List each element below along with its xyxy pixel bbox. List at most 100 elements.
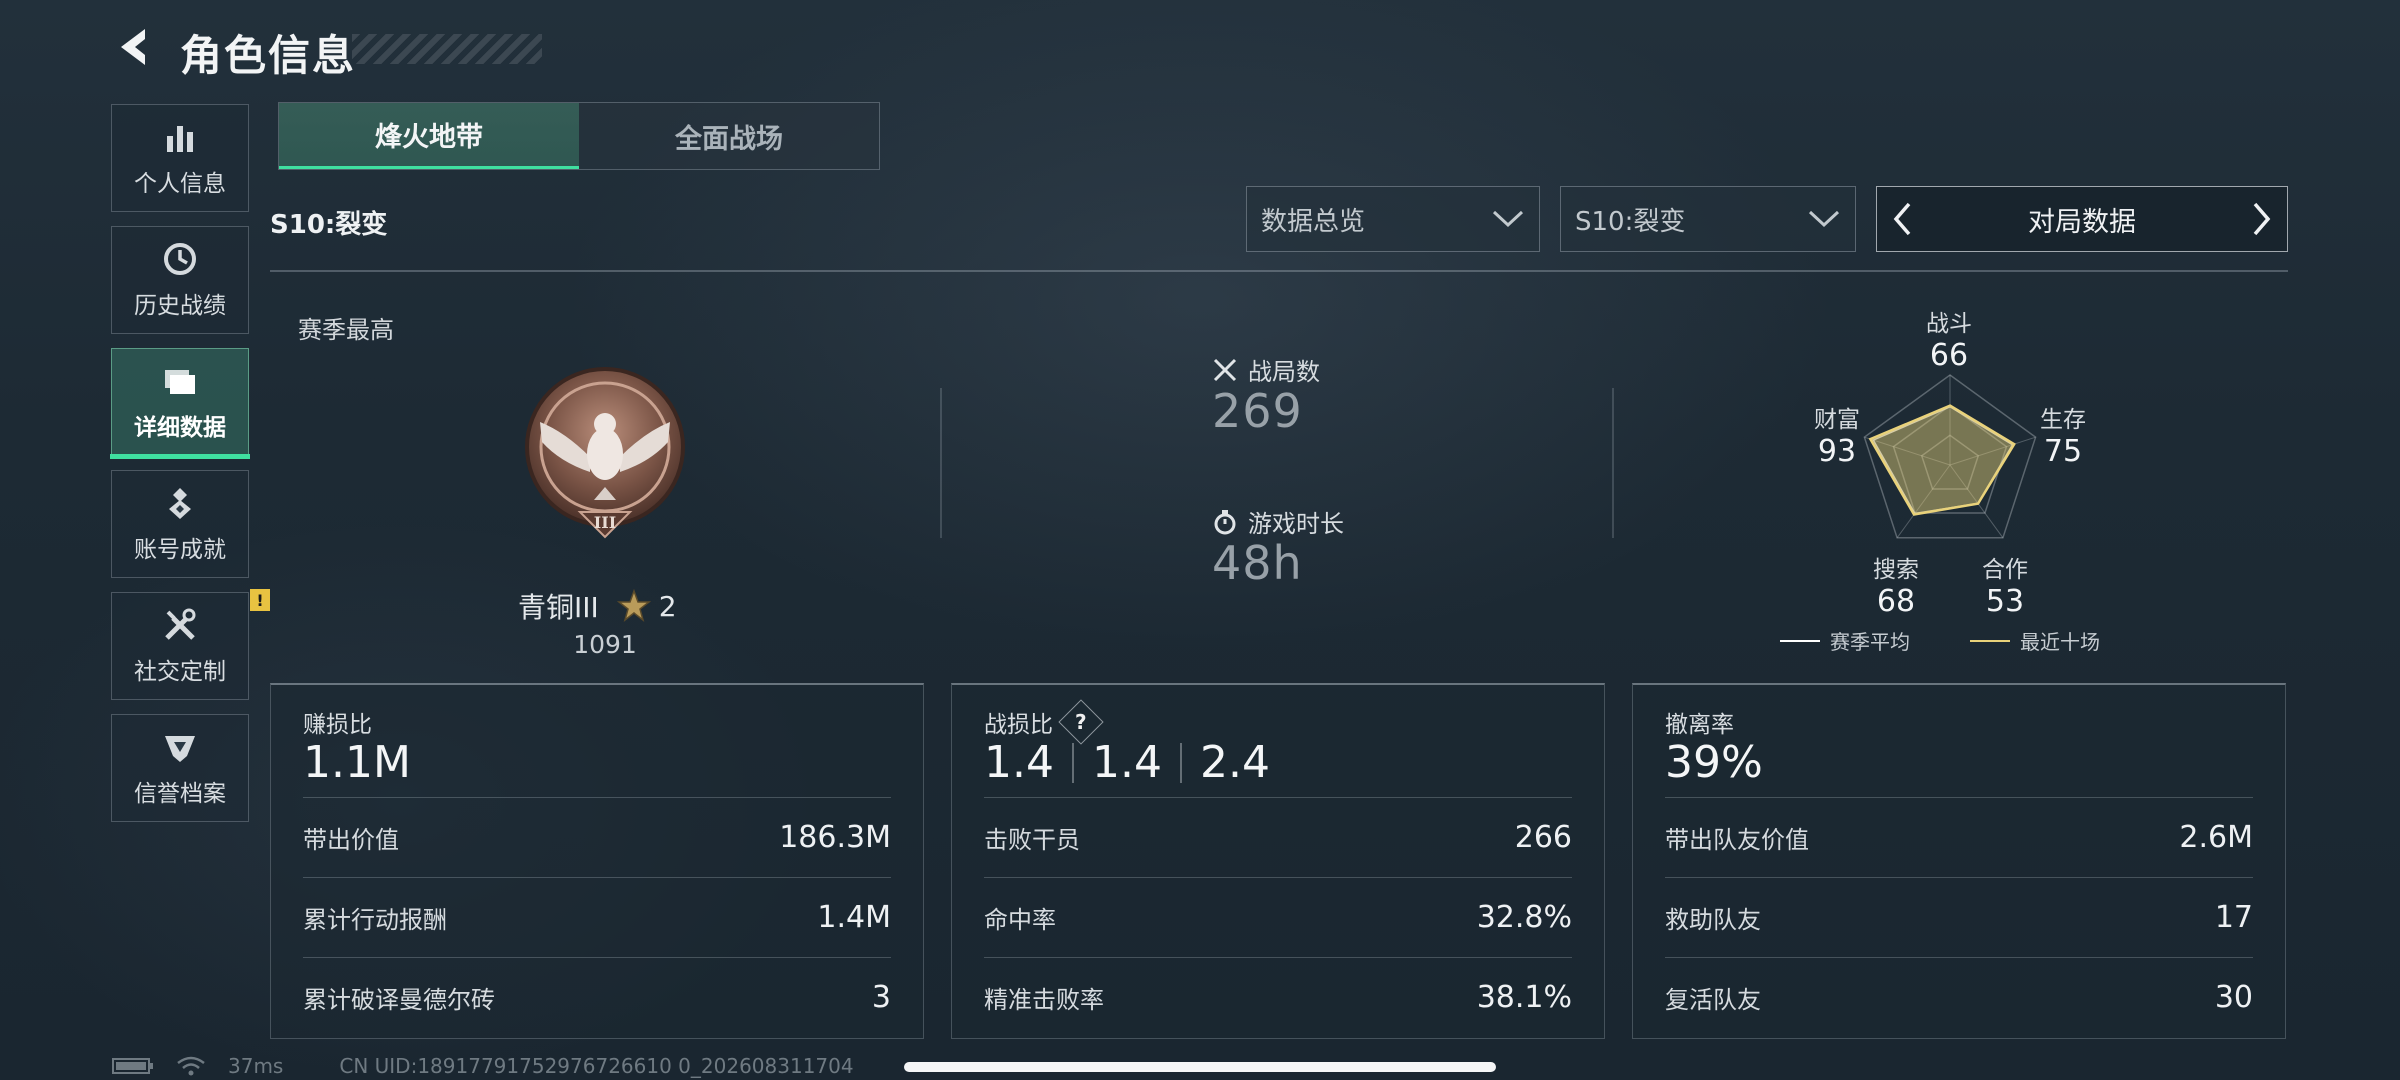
- legend-recent-ten: 最近十场: [1970, 626, 2100, 655]
- sidebar-item-label: 账号成就: [134, 537, 226, 563]
- playtime-label-text: 游戏时长: [1248, 510, 1344, 538]
- divider: [1612, 388, 1614, 538]
- sidebar-item-achievements[interactable]: 账号成就: [111, 470, 249, 578]
- radar-axis-name: 搜索: [1873, 557, 1919, 583]
- radar-axis-survival: 生存 75: [2028, 400, 2098, 469]
- stat-label: 带出队友价值: [1665, 825, 1809, 854]
- sidebar-item-label: 详细数据: [134, 415, 226, 441]
- radar-axis-name: 生存: [2040, 407, 2086, 433]
- stat-row: 击败干员 266: [984, 797, 1572, 876]
- radar-axis-search: 搜索 68: [1861, 550, 1931, 619]
- status-bar: 37ms CN UID:18917791752976726610 0_20260…: [112, 1054, 854, 1078]
- star-icon: [616, 589, 651, 622]
- season-dropdown[interactable]: S10:裂变: [1560, 186, 1856, 252]
- playtime-label: 游戏时长: [1212, 504, 1344, 539]
- divider: [270, 270, 2288, 272]
- chevron-left-icon: [1893, 202, 1911, 236]
- crossed-swords-icon: [1213, 358, 1237, 381]
- recent-ten-polygon: [1868, 404, 2016, 516]
- folder-icon: [165, 370, 195, 394]
- question-icon: ?: [1075, 709, 1087, 734]
- shield-wing-icon: [165, 736, 195, 762]
- radar-axis-name: 合作: [1982, 557, 2028, 583]
- tab-full-battlefield[interactable]: 全面战场: [579, 103, 879, 169]
- kd-card: 战损比 ? 1.4 1.4 2.4 击败干员 266 命中率 32.8% 精准击…: [951, 683, 1605, 1039]
- medal-icon: [169, 488, 191, 519]
- legend-label: 最近十场: [2020, 630, 2100, 654]
- stat-row: 复活队友 30: [1665, 957, 2253, 1036]
- chevron-down-icon: [1808, 210, 1840, 228]
- radar-axis-value: 93: [1817, 434, 1857, 469]
- sidebar-item-label: 信誉档案: [134, 781, 226, 807]
- radar-axis-combat: 战斗 66: [1914, 304, 1984, 373]
- radar-axis-value: 68: [1876, 584, 1916, 619]
- sidebar-item-social-custom[interactable]: 社交定制 !: [111, 589, 270, 700]
- prev-button[interactable]: [1877, 187, 1927, 251]
- data-type-pager: 对局数据: [1876, 186, 2288, 252]
- pager-label: 对局数据: [2028, 206, 2136, 238]
- radar-axis-value: 75: [2043, 434, 2083, 469]
- back-arrow-icon: [121, 29, 145, 65]
- radar-axis-name: 战斗: [1926, 311, 1972, 337]
- divider: [940, 388, 942, 538]
- playtime-value: 48h: [1212, 536, 1303, 590]
- legend-season-average: 赛季平均: [1780, 626, 1910, 655]
- chevron-down-icon: [1492, 210, 1524, 228]
- tab-warzone[interactable]: 烽火地带: [279, 103, 579, 169]
- page-title: 角色信息: [180, 31, 357, 80]
- wifi-icon: [177, 1056, 205, 1076]
- rank-title: 青铜III: [518, 591, 599, 624]
- rank-stars: 2: [658, 589, 677, 623]
- stat-label: 精准击败率: [984, 985, 1104, 1014]
- clock-icon: [164, 243, 196, 275]
- profit-card: 赚损比 1.1M 带出价值 186.3M 累计行动报酬 1.4M 累计破译曼德尔…: [270, 683, 924, 1039]
- stat-row: 累计破译曼德尔砖 3: [303, 957, 891, 1036]
- stat-value: 38.1%: [1476, 979, 1572, 1015]
- back-button[interactable]: [110, 24, 156, 70]
- stat-row: 命中率 32.8%: [984, 877, 1572, 956]
- radar-axis-wealth: 财富 93: [1802, 400, 1872, 469]
- sidebar-item-personal-info[interactable]: 个人信息: [111, 104, 249, 212]
- season-label: S10:裂变: [270, 210, 388, 240]
- stat-value: 32.8%: [1476, 899, 1572, 935]
- stat-label: 击败干员: [984, 825, 1080, 854]
- sidebar-item-reputation[interactable]: 信誉档案: [111, 714, 249, 822]
- chevron-right-icon: [2253, 202, 2271, 236]
- kd-value: 2.4: [1199, 737, 1270, 788]
- stat-row: 救助队友 17: [1665, 877, 2253, 956]
- latency: 37ms: [228, 1054, 284, 1078]
- overview-dropdown[interactable]: 数据总览: [1246, 186, 1540, 252]
- mode-tabs: 烽火地带 全面战场: [278, 102, 880, 170]
- dropdown-value: S10:裂变: [1575, 206, 1686, 237]
- sidebar-item-label: 历史战绩: [134, 293, 226, 319]
- dropdown-value: 数据总览: [1261, 206, 1366, 237]
- stat-value: 3: [871, 979, 891, 1015]
- stat-label: 复活队友: [1665, 985, 1761, 1014]
- card-heading: 战损比: [984, 712, 1053, 738]
- radar-axis-value: 53: [1985, 584, 2025, 619]
- stat-value: 17: [2214, 899, 2253, 935]
- divider: [1179, 742, 1182, 783]
- next-button[interactable]: [2237, 187, 2287, 251]
- kd-value: 1.4: [1091, 737, 1162, 788]
- stat-label: 救助队友: [1665, 905, 1761, 934]
- radar-axis-name: 财富: [1814, 407, 1860, 433]
- card-heading: 撤离率: [1665, 712, 1734, 738]
- legend-label: 赛季平均: [1830, 630, 1910, 654]
- battery-icon: [112, 1058, 153, 1074]
- svg-text:III: III: [594, 513, 616, 532]
- stat-value: 266: [1514, 819, 1572, 855]
- radar-axis-value: 66: [1929, 338, 1969, 373]
- sidebar-item-history[interactable]: 历史战绩: [111, 226, 249, 334]
- stat-label: 累计行动报酬: [303, 905, 447, 934]
- stat-label: 累计破译曼德尔砖: [303, 985, 495, 1014]
- stat-row: 带出队友价值 2.6M: [1665, 797, 2253, 876]
- home-indicator[interactable]: [904, 1062, 1496, 1072]
- stat-value: 2.6M: [2179, 819, 2253, 855]
- sidebar-item-detailed-data[interactable]: 详细数据: [110, 348, 250, 459]
- stat-row: 带出价值 186.3M: [303, 797, 891, 876]
- stat-label: 命中率: [984, 905, 1056, 934]
- tools-icon: [165, 608, 196, 640]
- card-heading-wrap: 战损比 ?: [984, 699, 1104, 745]
- sidebar-item-label: 个人信息: [134, 171, 226, 197]
